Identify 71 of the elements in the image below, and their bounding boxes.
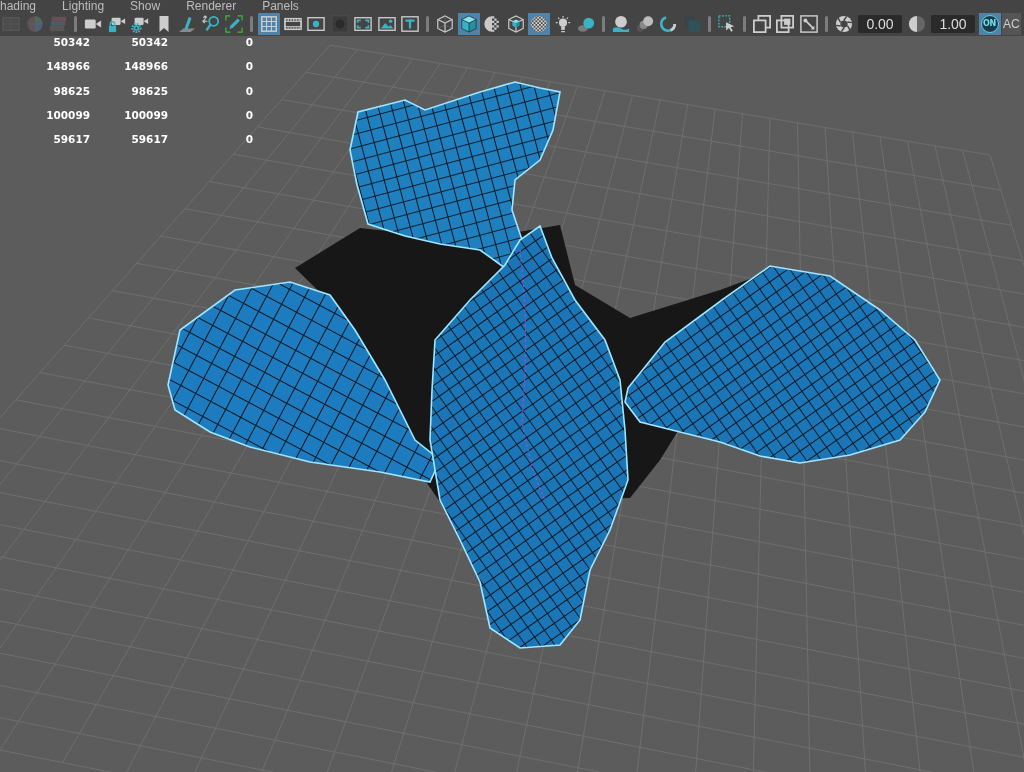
stat-value: 98625 xyxy=(130,84,168,98)
corner-frame-icon xyxy=(354,15,372,33)
framed-square-button[interactable] xyxy=(774,13,796,35)
toggle-button[interactable]: ON xyxy=(978,13,1001,35)
overlapping-squares-button[interactable] xyxy=(750,13,773,35)
menu-item[interactable]: Renderer xyxy=(186,0,237,12)
stat-value: 59617 xyxy=(52,133,90,147)
camera-gear-icon xyxy=(131,15,149,33)
trailing-spheres-icon xyxy=(635,15,654,33)
letter-frame-icon xyxy=(401,15,419,33)
half-circle-icon xyxy=(907,15,926,33)
toolbar-divider xyxy=(250,16,253,32)
grid-button[interactable] xyxy=(258,13,280,35)
framed-square-icon xyxy=(776,15,794,33)
tiled-sphere-icon xyxy=(530,15,548,33)
film-strip-icon xyxy=(283,15,302,33)
framed-pencil-button[interactable] xyxy=(223,13,245,35)
stat-value: 0 xyxy=(244,108,253,122)
dot-frame-icon xyxy=(307,15,325,33)
stat-value: 0 xyxy=(244,133,253,147)
stat-value: 100099 xyxy=(45,108,90,122)
stat-value: 50342 xyxy=(52,36,90,49)
stat-value: 0 xyxy=(244,84,253,98)
number-field[interactable]: 0.00 xyxy=(858,15,902,33)
menu-item[interactable]: Panels xyxy=(262,0,299,12)
selection-box-icon xyxy=(717,15,736,33)
stat-value: 0 xyxy=(244,36,253,49)
toolbar-divider xyxy=(742,16,746,32)
toolbar-divider xyxy=(824,16,828,32)
shadow-sphere-icon xyxy=(577,15,595,33)
menu-item[interactable]: hading xyxy=(0,0,37,12)
framed-pencil-icon xyxy=(225,15,243,33)
wireframe-cube-icon xyxy=(436,15,454,33)
text-button[interactable]: AC xyxy=(1002,13,1021,35)
stat-value: 59617 xyxy=(130,133,168,147)
letter-frame-button[interactable] xyxy=(399,13,421,35)
shaded-cube-button[interactable] xyxy=(457,13,480,35)
magnifier-icon xyxy=(201,15,220,33)
color-wheel-icon xyxy=(25,15,44,33)
stat-value: 0 xyxy=(244,60,253,74)
menu-item[interactable]: Lighting xyxy=(62,0,105,12)
grid-icon xyxy=(260,15,278,33)
toolbar-divider xyxy=(74,16,77,32)
occlusion-sphere-button[interactable] xyxy=(610,13,632,35)
shaded-cube-icon xyxy=(459,15,478,33)
stacked-panels-icon xyxy=(49,15,67,33)
stat-value: 98625 xyxy=(52,84,90,98)
stat-value: 148966 xyxy=(45,60,90,74)
half-tiled-circle-icon xyxy=(483,15,501,33)
light-bulb-icon xyxy=(553,15,572,33)
menu-item[interactable]: Show xyxy=(130,0,161,12)
number-field[interactable]: 1.00 xyxy=(931,15,975,33)
tiled-sphere-button[interactable] xyxy=(528,13,550,35)
stat-value: 100099 xyxy=(123,108,168,122)
wireframe-cube-button[interactable] xyxy=(434,13,456,35)
stat-value: 148966 xyxy=(123,60,168,74)
picture-icon xyxy=(377,15,396,33)
overlapping-squares-icon xyxy=(752,15,771,33)
toolbar-divider xyxy=(426,16,429,32)
framed-joint-icon xyxy=(799,15,818,33)
ring-icon xyxy=(659,15,677,33)
occlusion-sphere-icon xyxy=(612,15,630,33)
wire-shaded-cube-icon xyxy=(506,15,525,33)
ring-button[interactable] xyxy=(657,13,679,35)
aperture-icon xyxy=(834,15,853,33)
framed-joint-button[interactable] xyxy=(797,13,820,35)
toolbar-divider xyxy=(707,16,711,32)
camera-lock-icon xyxy=(107,15,126,33)
stat-value: 50342 xyxy=(130,36,168,49)
pen-nib-icon xyxy=(178,15,196,33)
toolbar-divider xyxy=(602,16,605,32)
